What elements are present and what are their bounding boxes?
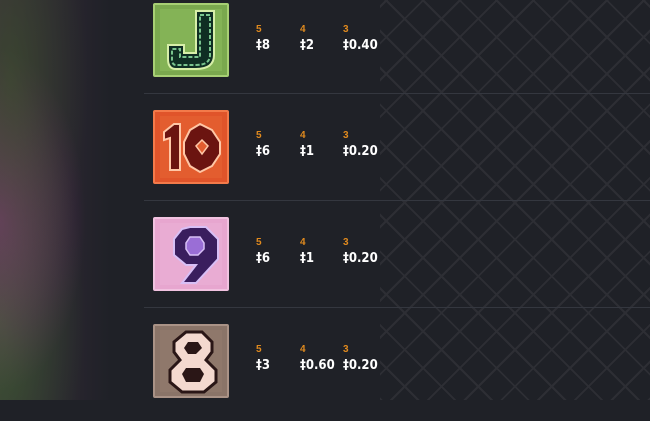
payout-amount: ‡0.20 — [343, 251, 378, 266]
paytable-row-10: 5 ‡6 4 ‡1 3 ‡0.20 — [144, 101, 650, 207]
payout-amount: ‡6 — [256, 251, 270, 266]
payout-count: 3 — [343, 344, 349, 355]
paytable-row-9: 5 ‡6 4 ‡1 3 ‡0.20 — [144, 208, 650, 314]
payout-count: 3 — [343, 24, 349, 35]
payout-amount: ‡6 — [256, 144, 270, 159]
payout-amount: ‡2 — [300, 38, 314, 53]
payout-count: 4 — [300, 24, 306, 35]
payout-count: 5 — [256, 344, 262, 355]
payout-amount: ‡8 — [256, 38, 270, 53]
payout-amount: ‡1 — [300, 251, 314, 266]
payout-count: 4 — [300, 237, 306, 248]
symbol-10-icon — [153, 110, 229, 184]
payout-count: 3 — [343, 237, 349, 248]
payout-amount: ‡0.20 — [343, 358, 378, 373]
symbol-j-icon — [153, 3, 229, 77]
payout-count: 5 — [256, 130, 262, 141]
payout-amount: ‡0.60 — [300, 358, 335, 373]
payout-count: 5 — [256, 24, 262, 35]
payout-count: 5 — [256, 237, 262, 248]
row-divider — [144, 93, 650, 94]
payout-amount: ‡0.40 — [343, 38, 378, 53]
row-divider — [144, 200, 650, 201]
paytable-row-j: 5 ‡8 4 ‡2 3 ‡0.40 — [144, 0, 650, 100]
payout-amount: ‡3 — [256, 358, 270, 373]
symbol-9-icon — [153, 217, 229, 291]
payout-count: 4 — [300, 344, 306, 355]
row-divider — [144, 307, 650, 308]
payout-amount: ‡0.20 — [343, 144, 378, 159]
payout-amount: ‡1 — [300, 144, 314, 159]
paytable-row-8: 5 ‡3 4 ‡0.60 3 ‡0.20 — [144, 315, 650, 421]
background-foliage-decoration — [0, 0, 110, 400]
payout-count: 4 — [300, 130, 306, 141]
payout-count: 3 — [343, 130, 349, 141]
symbol-8-icon — [153, 324, 229, 398]
